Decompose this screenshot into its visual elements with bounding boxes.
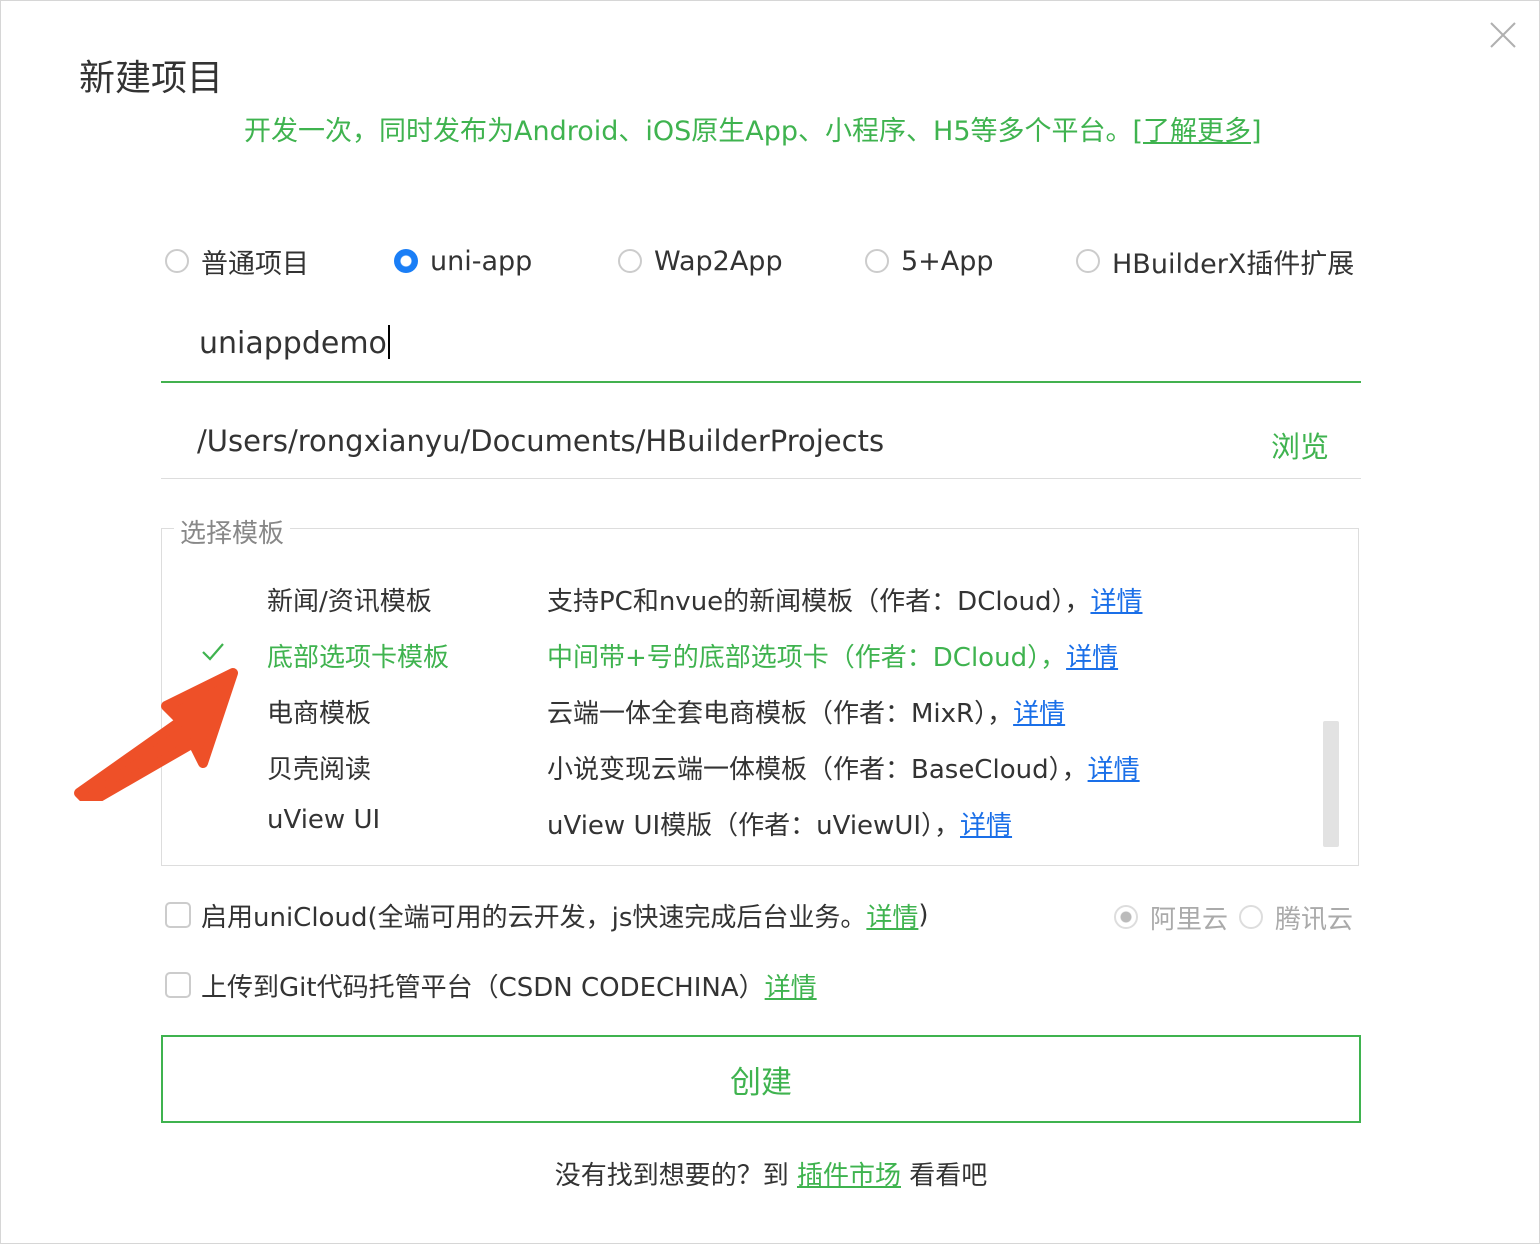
project-path-input[interactable]: /Users/rongxianyu/Documents/HBuilderProj… [161, 406, 1361, 479]
template-desc: 云端一体全套电商模板（作者：MixR），详情 [547, 699, 1066, 729]
template-name: 电商模板 [267, 699, 372, 729]
radio-aliyun[interactable]: 阿里云 [1114, 897, 1228, 937]
radio-5plus-app[interactable]: 5+App [865, 241, 994, 281]
radio-button-checked-icon[interactable] [1114, 905, 1138, 929]
template-item-news[interactable]: 新闻/资讯模板 支持PC和nvue的新闻模板（作者：DCloud），详情 [191, 577, 1311, 621]
template-name: 贝壳阅读 [267, 755, 372, 785]
radio-button-icon[interactable] [865, 249, 889, 273]
template-detail-link[interactable]: 详情 [1013, 699, 1065, 729]
template-item-reader[interactable]: 贝壳阅读 小说变现云端一体模板（作者：BaseCloud），详情 [191, 745, 1311, 789]
template-desc: 中间带+号的底部选项卡（作者：DCloud），详情 [547, 643, 1119, 673]
unicloud-detail-link[interactable]: 详情 [866, 897, 918, 934]
template-detail-link[interactable]: 详情 [960, 811, 1012, 841]
template-legend: 选择模板 [174, 513, 291, 550]
radio-button-icon[interactable] [1239, 905, 1263, 929]
template-name: uView UI [267, 805, 381, 835]
git-detail-link[interactable]: 详情 [765, 967, 817, 1004]
project-name-input[interactable]: uniappdemo [161, 311, 1361, 383]
template-desc: 支持PC和nvue的新闻模板（作者：DCloud），详情 [547, 587, 1143, 617]
radio-label: 普通项目 [201, 248, 309, 280]
template-name: 底部选项卡模板 [267, 643, 450, 673]
template-name: 新闻/资讯模板 [267, 587, 432, 617]
template-item-uview[interactable]: uView UI uView UI模版（作者：uViewUI），详情 [191, 801, 1311, 845]
radio-label: 5+App [901, 245, 994, 277]
radio-label: 阿里云 [1150, 904, 1229, 935]
browse-button[interactable]: 浏览 [1271, 424, 1329, 466]
dialog-window: 新建项目 开发一次，同时发布为Android、iOS原生App、小程序、H5等多… [0, 0, 1540, 1244]
unicloud-checkbox[interactable] [165, 902, 191, 928]
template-desc: 小说变现云端一体模板（作者：BaseCloud），详情 [547, 755, 1140, 785]
git-checkbox[interactable] [165, 972, 191, 998]
learn-more-link[interactable]: [了解更多] [1133, 116, 1262, 147]
template-detail-link[interactable]: 详情 [1090, 587, 1142, 617]
footer-suffix: 看看吧 [901, 1161, 988, 1191]
radio-uni-app[interactable]: uni-app [394, 241, 532, 281]
radio-button-icon[interactable] [618, 249, 642, 273]
subtitle-text: 开发一次，同时发布为Android、iOS原生App、小程序、H5等多个平台。 [244, 116, 1133, 147]
template-detail-link[interactable]: 详情 [1066, 643, 1118, 673]
footer-hint: 没有找到想要的？到 插件市场 看看吧 [1, 1155, 1540, 1192]
create-button[interactable]: 创建 [161, 1035, 1361, 1123]
close-icon[interactable] [1485, 17, 1521, 53]
radio-tencent-cloud[interactable]: 腾讯云 [1239, 897, 1353, 937]
template-desc: uView UI模版（作者：uViewUI），详情 [547, 811, 1013, 841]
template-list-scrollbar[interactable] [1323, 721, 1339, 847]
unicloud-option[interactable]: 启用uniCloud(全端可用的云开发，js快速完成后台业务。 详情) [165, 895, 929, 935]
dialog-title: 新建项目 [79, 58, 224, 99]
annotation-arrow-icon [74, 668, 238, 801]
radio-hbuilderx-plugin[interactable]: HBuilderX插件扩展 [1076, 241, 1354, 281]
project-name-value[interactable]: uniappdemo [199, 325, 390, 361]
git-option[interactable]: 上传到Git代码托管平台（CSDN CODECHINA） 详情 [165, 965, 817, 1005]
radio-button-checked-icon[interactable] [394, 249, 418, 273]
footer-prefix: 没有找到想要的？到 [554, 1161, 797, 1191]
template-detail-link[interactable]: 详情 [1088, 755, 1140, 785]
plugin-market-link[interactable]: 插件市场 [797, 1161, 901, 1191]
radio-label: uni-app [430, 245, 533, 277]
project-path-value[interactable]: /Users/rongxianyu/Documents/HBuilderProj… [197, 424, 884, 458]
radio-wap2app[interactable]: Wap2App [618, 241, 783, 281]
git-label: 上传到Git代码托管平台（CSDN CODECHINA） [201, 972, 765, 1003]
radio-normal-project[interactable]: 普通项目 [165, 241, 309, 281]
radio-label: HBuilderX插件扩展 [1112, 248, 1355, 280]
unicloud-label: 启用uniCloud(全端可用的云开发，js快速完成后台业务。 [201, 902, 867, 933]
radio-label: 腾讯云 [1275, 904, 1354, 935]
radio-button-icon[interactable] [165, 249, 189, 273]
radio-button-icon[interactable] [1076, 249, 1100, 273]
unicloud-label-suffix: ) [918, 900, 929, 930]
text-caret [387, 325, 390, 359]
template-item-ecommerce[interactable]: 电商模板 云端一体全套电商模板（作者：MixR），详情 [191, 689, 1311, 733]
dialog-subtitle: 开发一次，同时发布为Android、iOS原生App、小程序、H5等多个平台。[… [244, 109, 1262, 148]
radio-label: Wap2App [654, 245, 783, 277]
template-item-tabbar[interactable]: 底部选项卡模板 中间带+号的底部选项卡（作者：DCloud），详情 [191, 633, 1311, 677]
